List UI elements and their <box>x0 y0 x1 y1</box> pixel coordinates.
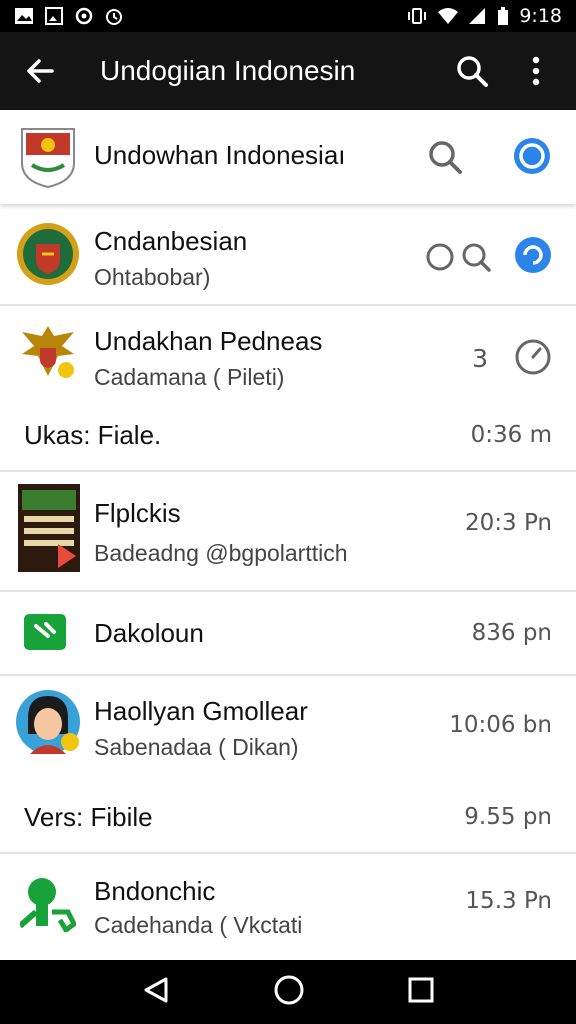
list-item[interactable]: Cndanbesian Ohtabobar) <box>0 210 576 304</box>
page-title: Undogiian Indonesin <box>100 55 356 86</box>
timer-icon <box>515 339 551 375</box>
app-bar: Undogiian Indonesin <box>0 32 576 110</box>
pinned-search-button[interactable] <box>426 138 464 181</box>
system-nav-bar <box>0 960 576 1024</box>
unread-count: 3 <box>472 344 488 373</box>
list-item[interactable]: Haollyan Gmollear Sabenadaa ( Dikan) 10:… <box>0 676 576 776</box>
item-title: Vers: Fibile <box>24 802 153 832</box>
garuda-emblem-icon <box>16 222 80 286</box>
item-subtitle: Cadamana ( Pileti) <box>94 364 285 390</box>
item-title: Bndonchic <box>94 876 216 906</box>
item-title: Cndanbesian <box>94 226 248 256</box>
item-subtitle: Cadehanda ( Vkctati <box>94 912 303 938</box>
circle-home-icon <box>274 975 304 1004</box>
item-subtitle: Badeadng @bgpolarttich <box>94 540 348 566</box>
photo-icon <box>44 7 64 25</box>
list-item[interactable]: Bndonchic Cadehanda ( Vkctati 15.3 Pn <box>0 854 576 958</box>
signal-icon <box>467 7 487 25</box>
status-bar: 9:18 <box>0 0 576 32</box>
item-subtitle: Ohtabobar) <box>94 264 211 290</box>
battery-icon <box>497 7 509 25</box>
pinned-status-button[interactable] <box>512 136 552 181</box>
search-icon <box>429 141 462 174</box>
list-item[interactable]: Vers: Fibile 9.55 pn <box>0 788 576 850</box>
target-icon <box>514 138 550 174</box>
app-icon <box>24 614 66 655</box>
overflow-menu-button[interactable] <box>514 49 558 93</box>
item-title: Flplckis <box>94 498 181 528</box>
list-item[interactable]: Undakhan Pedneas Cadamana ( Pileti) 3 <box>0 306 576 404</box>
emblem-shield-icon <box>18 125 82 189</box>
item-actions[interactable] <box>424 240 494 279</box>
wifi-icon <box>437 7 459 25</box>
sync-icon <box>74 7 94 25</box>
status-time: 9:18 <box>519 5 562 27</box>
garuda-icon <box>16 320 80 384</box>
item-time: 9.55 pn <box>464 804 552 830</box>
list-item[interactable]: Flplckis Badeadng @bgpolarttich 20:3 Pn <box>0 472 576 590</box>
location-icon <box>515 237 551 273</box>
pinned-row[interactable]: Undowhan Indonesiaı <box>0 110 576 204</box>
item-time: 0:36 m <box>470 422 552 448</box>
item-title: Ukas: Fiale. <box>24 420 162 450</box>
triangle-back-icon <box>144 977 168 1002</box>
more-vert-icon <box>532 56 540 86</box>
avatar <box>16 688 80 754</box>
poster-thumbnail <box>18 484 80 572</box>
item-timer-button[interactable] <box>514 338 552 381</box>
green-app-icon <box>18 872 84 936</box>
item-time: 836 pn <box>471 620 552 646</box>
pinned-title: Undowhan Indonesiaı <box>94 140 346 170</box>
item-title: Haollyan Gmollear <box>94 696 308 726</box>
search-icon <box>426 243 491 272</box>
item-status-button[interactable] <box>514 236 552 279</box>
square-recents-icon <box>408 977 434 1002</box>
search-icon <box>457 56 488 87</box>
alarm-icon <box>104 7 124 25</box>
nav-recents-button[interactable] <box>407 976 435 1009</box>
item-time: 10:06 bn <box>449 712 552 738</box>
item-title: Undakhan Pedneas <box>94 326 323 356</box>
nav-home-button[interactable] <box>273 974 305 1011</box>
arrow-left-icon <box>27 59 54 83</box>
item-time: 15.3 Pn <box>465 888 552 914</box>
item-title: Dakoloun <box>94 618 204 648</box>
search-button[interactable] <box>450 49 494 93</box>
gallery-icon <box>14 7 34 25</box>
list-item[interactable]: Dakoloun 836 pn <box>0 592 576 674</box>
list-item[interactable]: Ukas: Fiale. 0:36 m <box>0 404 576 470</box>
item-subtitle: Sabenadaa ( Dikan) <box>94 734 299 760</box>
nav-back-button[interactable] <box>141 975 171 1010</box>
vibrate-icon <box>407 7 427 25</box>
item-time: 20:3 Pn <box>464 510 552 536</box>
back-button[interactable] <box>18 49 62 93</box>
